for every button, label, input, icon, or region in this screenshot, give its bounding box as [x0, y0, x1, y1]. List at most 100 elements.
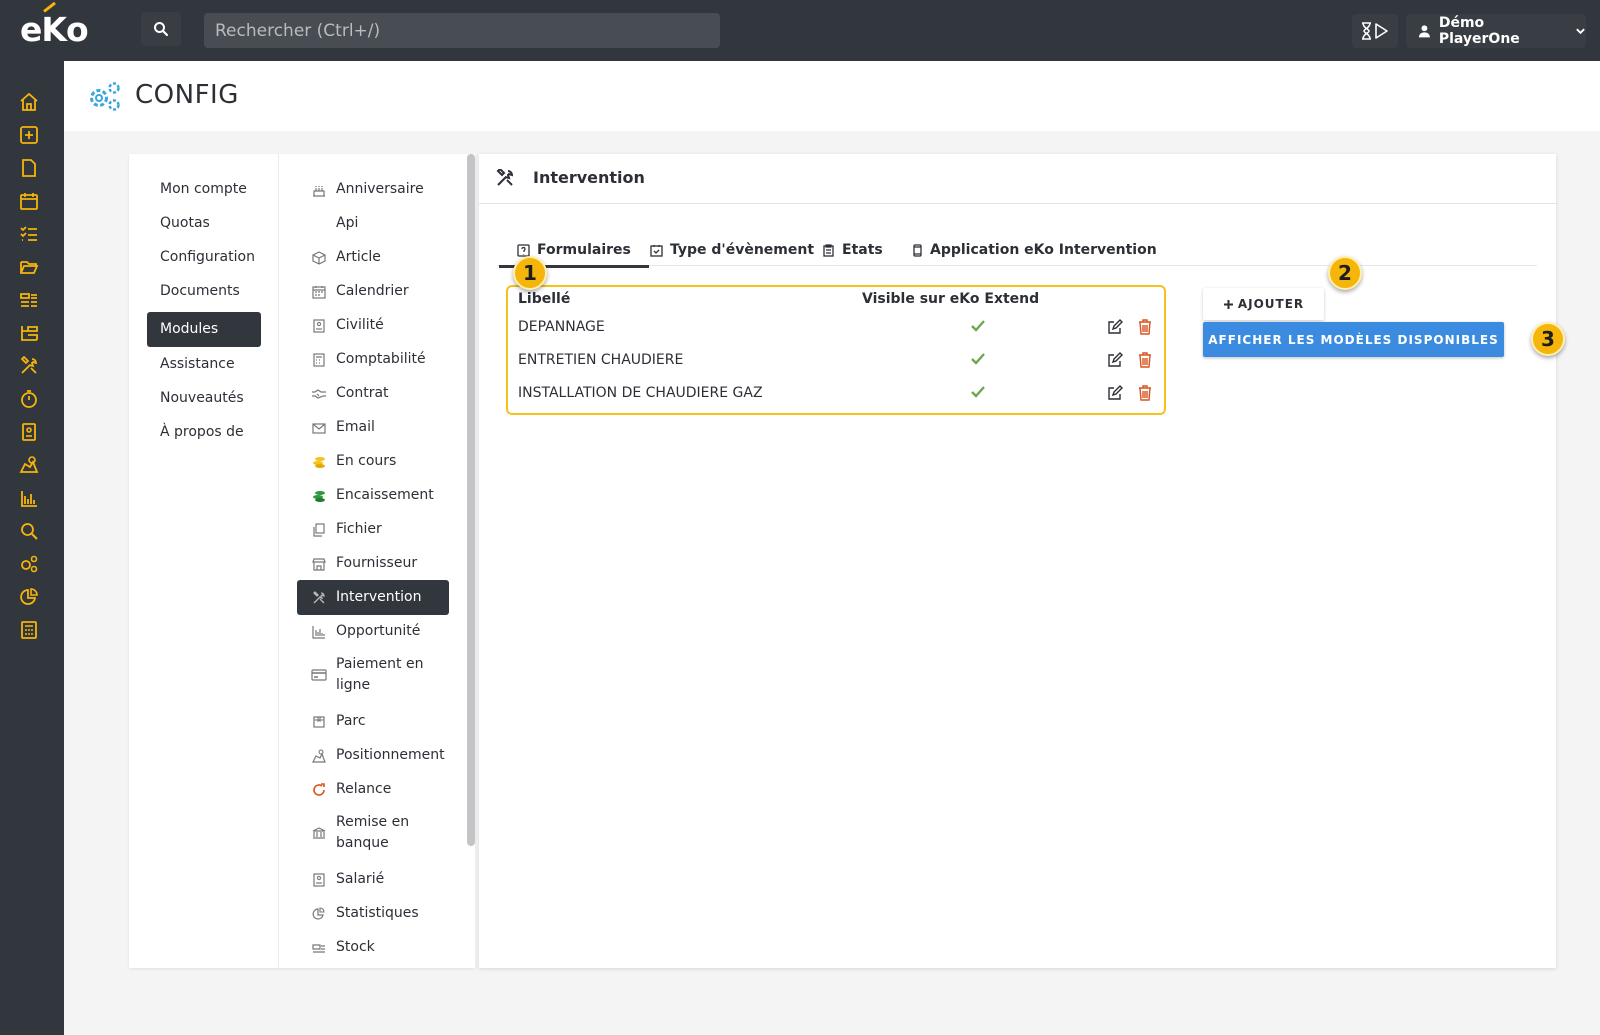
module-label: Intervention: [336, 589, 422, 605]
folder-open-icon[interactable]: [17, 255, 41, 279]
plus-square-icon[interactable]: [17, 123, 41, 147]
forms-table: Libellé Visible sur eKo Extend DEPANNAGE…: [506, 285, 1166, 415]
bank-icon: [311, 825, 327, 841]
clipboard-icon: [823, 243, 834, 257]
module-item-anniversaire[interactable]: Anniversaire: [297, 172, 449, 207]
module-item-calendrier[interactable]: Calendrier: [297, 274, 449, 309]
home-icon[interactable]: [17, 90, 41, 114]
module-label: Api: [336, 215, 359, 231]
nav-item-nouveautes[interactable]: Nouveautés: [147, 381, 261, 416]
module-item-email[interactable]: Email: [297, 410, 449, 445]
top-bar: eKo Démo PlayerOne: [0, 0, 1600, 61]
nav-item-modules[interactable]: Modules: [147, 312, 261, 347]
tab-application-eko-intervention[interactable]: Application eKo Intervention: [912, 234, 1157, 266]
column-header-visible: Visible sur eKo Extend: [862, 291, 1040, 307]
timer-play-button[interactable]: [1352, 14, 1398, 48]
module-item-fournisseur[interactable]: Fournisseur: [297, 546, 449, 581]
row-label: DEPANNAGE: [518, 319, 605, 335]
module-item-api[interactable]: Api: [297, 206, 449, 241]
calendar-check-icon: [650, 244, 663, 257]
nav-item-documents[interactable]: Documents: [147, 274, 261, 309]
birthday-cake-icon: [311, 182, 327, 198]
table-row: ENTRETIEN CHAUDIERE: [518, 346, 1158, 378]
redo-icon: [311, 782, 327, 798]
panel-header: Intervention: [479, 154, 1556, 204]
sitemap-icon[interactable]: [17, 321, 41, 345]
module-label: Positionnement: [336, 747, 445, 763]
calendar-icon[interactable]: [17, 189, 41, 213]
tab-type-evenement[interactable]: Type d'évènement: [650, 234, 814, 266]
panel-title: Intervention: [533, 168, 645, 187]
nav-item-a-propos[interactable]: À propos de: [147, 415, 261, 450]
calculator-icon[interactable]: [17, 618, 41, 642]
boxes-icon: [311, 940, 327, 956]
module-item-encaissement[interactable]: Encaissement: [297, 478, 449, 513]
nav-item-mon-compte[interactable]: Mon compte: [147, 172, 261, 207]
module-label: Statistiques: [336, 905, 419, 921]
file-icon[interactable]: [17, 156, 41, 180]
user-menu-button[interactable]: Démo PlayerOne: [1406, 14, 1586, 48]
module-item-article[interactable]: Article: [297, 240, 449, 275]
nav-item-assistance[interactable]: Assistance: [147, 347, 261, 382]
module-label: Anniversaire: [336, 181, 424, 197]
tools-icon[interactable]: [17, 354, 41, 378]
tab-etats[interactable]: Etats: [822, 234, 883, 266]
id-badge-icon: [311, 872, 327, 888]
module-item-parc[interactable]: Parc: [297, 704, 449, 739]
nav-item-quotas[interactable]: Quotas: [147, 206, 261, 241]
map-icon: [311, 748, 327, 764]
module-label: Contrat: [336, 385, 389, 401]
nav-item-configuration[interactable]: Configuration: [147, 240, 261, 275]
edit-icon[interactable]: [1107, 352, 1123, 372]
module-item-en-cours[interactable]: En cours: [297, 444, 449, 479]
cogs-icon[interactable]: [17, 552, 41, 576]
store-icon: [311, 556, 327, 572]
badge-icon[interactable]: [17, 420, 41, 444]
module-item-paiement-en-ligne[interactable]: Paiement en ligne: [297, 654, 449, 696]
module-item-stock[interactable]: Stock: [297, 930, 449, 965]
search-icon[interactable]: [17, 519, 41, 543]
search-input[interactable]: [204, 13, 720, 48]
calendar-icon: [311, 284, 327, 300]
module-item-civilite[interactable]: Civilité: [297, 308, 449, 343]
module-item-contrat[interactable]: Contrat: [297, 376, 449, 411]
module-item-positionnement[interactable]: Positionnement: [297, 738, 449, 773]
check-icon: [970, 385, 986, 403]
map-icon[interactable]: [17, 453, 41, 477]
app-logo[interactable]: eKo: [20, 10, 89, 49]
tab-label: Formulaires: [537, 242, 631, 258]
trash-icon[interactable]: [1138, 385, 1152, 405]
module-list-scrollbar[interactable]: [467, 154, 475, 846]
checklist-icon[interactable]: [17, 222, 41, 246]
edit-icon[interactable]: [1107, 319, 1123, 339]
trash-icon[interactable]: [1138, 319, 1152, 339]
stopwatch-icon[interactable]: [17, 387, 41, 411]
module-item-fichier[interactable]: Fichier: [297, 512, 449, 547]
search-button[interactable]: [141, 12, 181, 46]
module-label: Encaissement: [336, 487, 434, 503]
module-label: Comptabilité: [336, 351, 426, 367]
module-label: Salarié: [336, 871, 385, 887]
module-item-comptabilite[interactable]: Comptabilité: [297, 342, 449, 377]
module-item-intervention[interactable]: Intervention: [297, 580, 449, 615]
coins-icon: [311, 454, 327, 470]
page-title: CONFIG: [135, 80, 239, 110]
module-label: Calendrier: [336, 283, 409, 299]
module-item-opportunite[interactable]: Opportunité: [297, 614, 449, 649]
check-icon: [970, 319, 986, 337]
tasks-icon[interactable]: [17, 288, 41, 312]
calculator-icon: [311, 352, 327, 368]
edit-icon[interactable]: [1107, 385, 1123, 405]
add-button[interactable]: AJOUTER: [1203, 288, 1324, 320]
bar-chart-icon[interactable]: [17, 486, 41, 510]
module-item-remise-en-banque[interactable]: Remise en banque: [297, 812, 449, 854]
tab-label: Etats: [842, 242, 883, 258]
trash-icon[interactable]: [1138, 352, 1152, 372]
module-item-statistiques[interactable]: Statistiques: [297, 896, 449, 931]
show-models-button[interactable]: AFFICHER LES MODÈLES DISPONIBLES: [1203, 322, 1504, 357]
pie-chart-icon[interactable]: [17, 585, 41, 609]
module-item-relance[interactable]: Relance: [297, 772, 449, 807]
module-item-salarie[interactable]: Salarié: [297, 862, 449, 897]
page-header: [64, 61, 1600, 131]
tab-label: Type d'évènement: [670, 242, 815, 258]
